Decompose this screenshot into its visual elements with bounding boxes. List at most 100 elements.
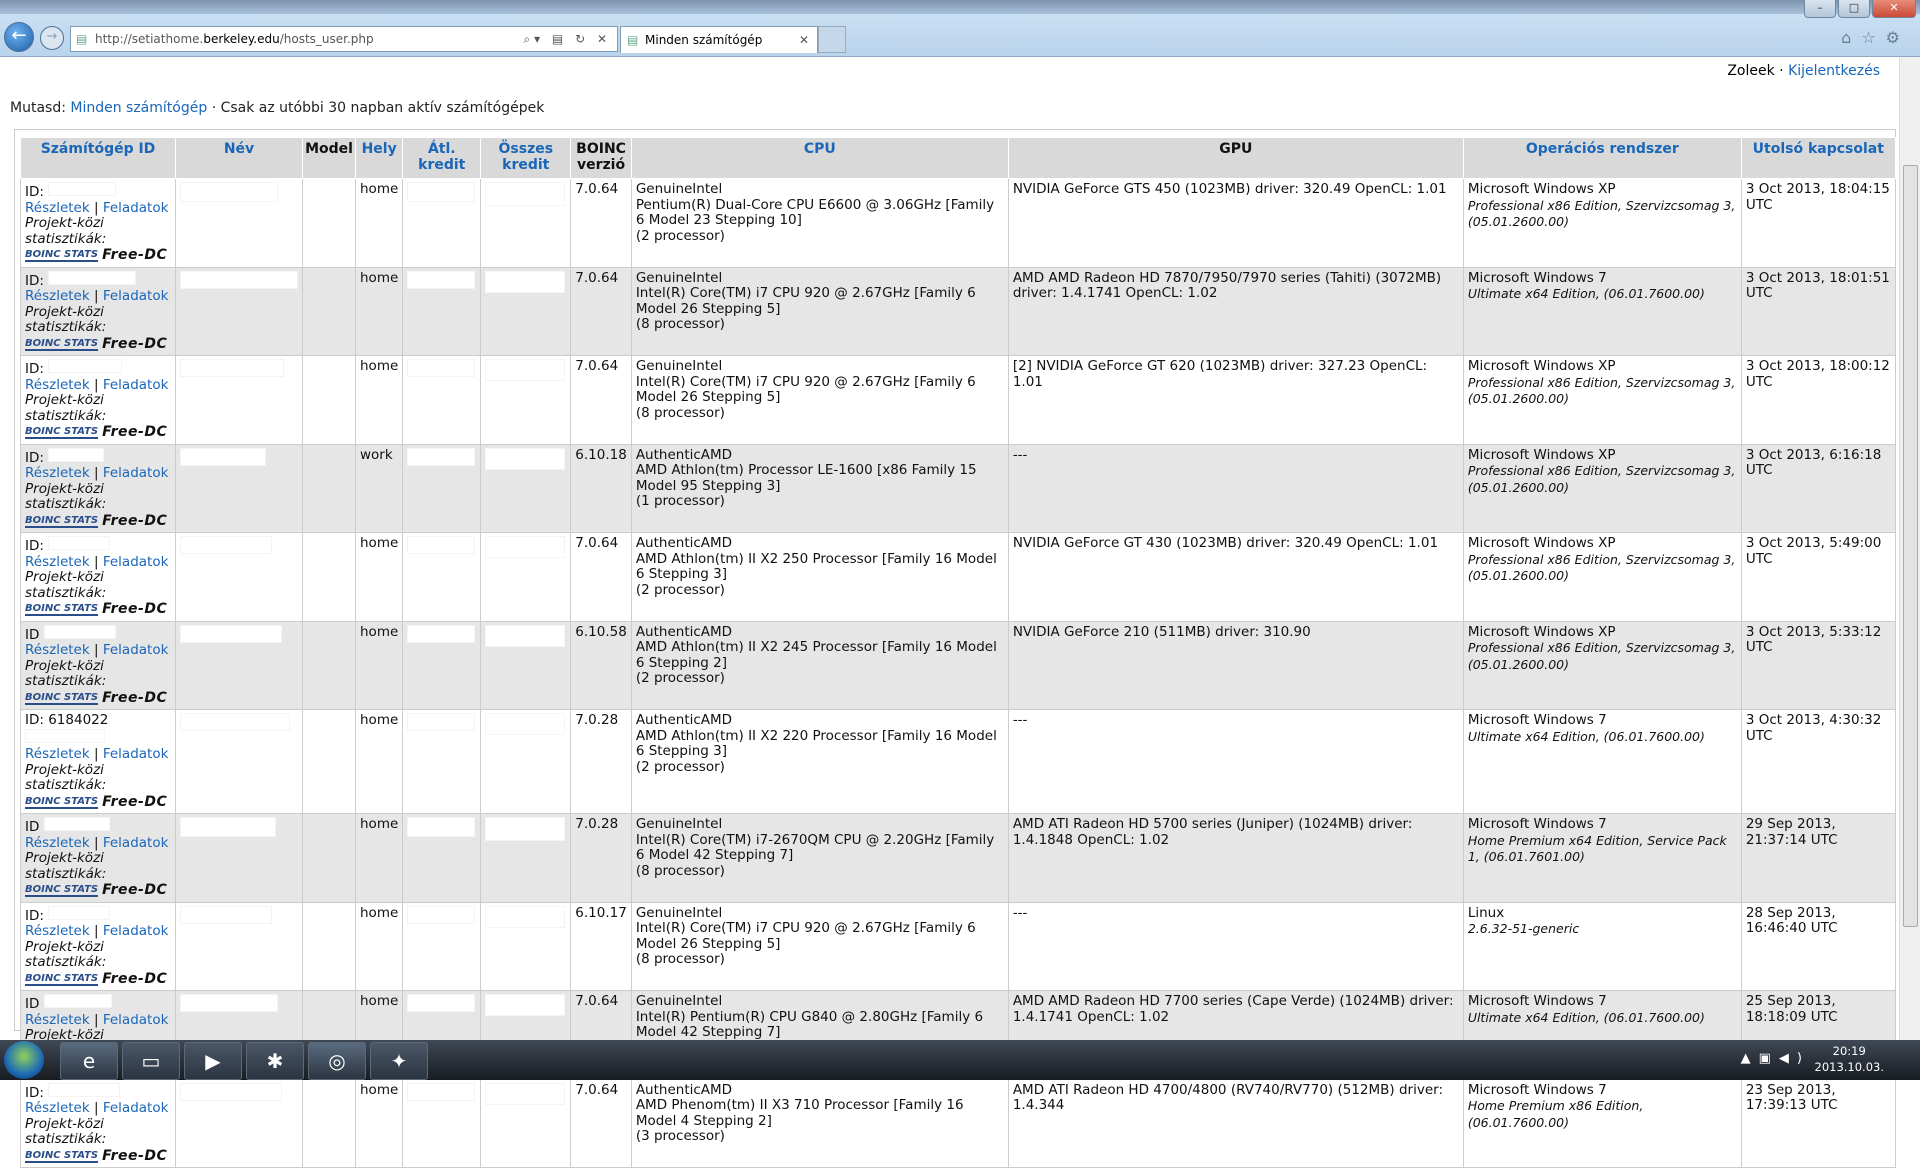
boincstats-logo[interactable]: BOINC STATS xyxy=(25,515,99,528)
column-header[interactable]: Utolsó kapcsolat xyxy=(1740,137,1896,179)
avg-credit-cell xyxy=(402,1078,482,1168)
details-link[interactable]: Részletek xyxy=(25,288,90,304)
tab-close-icon[interactable]: ✕ xyxy=(799,27,809,53)
host-id: ID: xyxy=(25,538,44,554)
new-tab-button[interactable] xyxy=(818,26,846,53)
favorites-star-icon[interactable]: ☆ xyxy=(1861,28,1885,47)
ie-taskbar-icon[interactable]: e xyxy=(60,1042,118,1080)
details-link[interactable]: Részletek xyxy=(25,465,90,481)
boincstats-logo[interactable]: BOINC STATS xyxy=(25,249,99,263)
forward-button[interactable]: → xyxy=(40,26,64,50)
close-window-icon[interactable]: ✕ xyxy=(1872,0,1916,18)
freedc-logo[interactable]: Free-DC xyxy=(102,882,167,899)
column-header[interactable]: Név xyxy=(175,137,303,179)
column-header[interactable]: Számítógép ID xyxy=(20,137,176,179)
tab-minden-szamitogep[interactable]: ▤ Minden számítógép ✕ xyxy=(620,26,818,53)
boincstats-logo[interactable]: BOINC STATS xyxy=(25,692,99,705)
tasks-link[interactable]: Feladatok xyxy=(103,923,169,939)
all-computers-link[interactable]: Minden számítógép xyxy=(70,100,207,116)
separator: | xyxy=(93,1011,99,1028)
boinc-version-cell: 6.10.58 xyxy=(570,620,632,710)
avg-credit-cell xyxy=(402,443,482,533)
tasks-link[interactable]: Feladatok xyxy=(103,746,169,762)
show-hidden-icons-icon[interactable]: ▲ xyxy=(1741,1051,1759,1066)
os-name: Microsoft Windows XP xyxy=(1467,623,1616,640)
volume-icon[interactable]: ◀) xyxy=(1779,1051,1810,1066)
column-header[interactable]: Hely xyxy=(354,137,404,179)
page-icon: ▤ xyxy=(76,32,88,46)
boincstats-logo[interactable]: BOINC STATS xyxy=(25,1150,99,1163)
home-icon[interactable]: ⌂ xyxy=(1841,28,1861,47)
os-cell: Microsoft Windows XP Professional x86 Edi… xyxy=(1462,620,1742,710)
os-detail: Professional x86 Edition, Szervizcsomag … xyxy=(1467,197,1736,230)
gear-icon[interactable]: ⚙ xyxy=(1886,28,1910,47)
redacted-id xyxy=(48,270,137,285)
tasks-link[interactable]: Feladatok xyxy=(103,1100,169,1116)
cpu-vendor: GenuineIntel xyxy=(635,816,723,832)
scrollbar-thumb[interactable] xyxy=(1903,165,1918,927)
column-header[interactable]: CPU xyxy=(630,137,1009,179)
column-header[interactable]: Operációs rendszer xyxy=(1462,137,1742,179)
tasks-link[interactable]: Feladatok xyxy=(103,288,169,304)
network-icon[interactable]: ▣ xyxy=(1759,1051,1779,1066)
total-credit-cell xyxy=(480,620,572,710)
tasks-link[interactable]: Feladatok xyxy=(103,377,169,393)
model-cell xyxy=(302,813,356,903)
stats-logos: BOINC STATSFree-DC xyxy=(25,690,171,707)
column-header[interactable]: Átl. kredit xyxy=(402,137,482,179)
folder-taskbar-icon[interactable]: ▭ xyxy=(122,1042,180,1080)
freedc-logo[interactable]: Free-DC xyxy=(102,601,167,618)
stats-logos: BOINC STATSFree-DC xyxy=(25,794,171,811)
cpu-vendor: AuthenticAMD xyxy=(635,623,733,640)
details-link[interactable]: Részletek xyxy=(25,642,90,658)
details-link[interactable]: Részletek xyxy=(25,377,90,393)
redacted-id xyxy=(48,536,111,550)
details-link[interactable]: Részletek xyxy=(25,1012,90,1028)
boinc-taskbar-icon[interactable]: ◎ xyxy=(308,1042,366,1080)
tasks-link[interactable]: Feladatok xyxy=(103,642,169,658)
tasks-link[interactable]: Feladatok xyxy=(103,835,169,851)
os-name: Microsoft Windows 7 xyxy=(1467,1081,1607,1098)
boinc-version-cell: 7.0.64 xyxy=(570,532,632,622)
address-controls[interactable]: ⌕▾ ▤ ↻ ✕ xyxy=(523,27,611,51)
clock[interactable]: 20:19 2013.10.03. xyxy=(1815,1043,1885,1075)
address-bar[interactable]: ▤ http://setiathome.berkeley.edu/hosts_u… xyxy=(70,26,618,52)
tasks-link[interactable]: Feladatok xyxy=(103,554,169,570)
boincstats-logo[interactable]: BOINC STATS xyxy=(25,884,99,898)
logout-link[interactable]: Kijelentkezés xyxy=(1788,63,1880,79)
freedc-logo[interactable]: Free-DC xyxy=(102,794,167,811)
media-player-taskbar-icon[interactable]: ▶ xyxy=(184,1042,242,1080)
total-credit-cell xyxy=(480,1078,572,1168)
column-header[interactable]: Összes kredit xyxy=(480,137,572,179)
boincstats-logo[interactable]: BOINC STATS xyxy=(25,973,99,986)
host-id-cell: ID: Részletek | Feladatok Projekt-közi st… xyxy=(20,355,176,445)
boincstats-logo[interactable]: BOINC STATS xyxy=(25,603,99,617)
tasks-link[interactable]: Feladatok xyxy=(103,465,169,481)
minimize-icon[interactable]: – xyxy=(1804,0,1836,18)
tasks-link[interactable]: Feladatok xyxy=(103,1012,169,1028)
freedc-logo[interactable]: Free-DC xyxy=(102,1148,167,1165)
app-taskbar-icon[interactable]: ✱ xyxy=(246,1042,304,1080)
vertical-scrollbar[interactable] xyxy=(1899,57,1920,1041)
maximize-icon[interactable]: □ xyxy=(1838,0,1870,18)
details-link[interactable]: Részletek xyxy=(25,200,90,216)
freedc-logo[interactable]: Free-DC xyxy=(102,690,167,707)
details-link[interactable]: Részletek xyxy=(25,554,90,570)
cpu-model: AMD Athlon(tm) II X2 220 Processor [Fami… xyxy=(635,727,997,759)
back-button[interactable]: ← xyxy=(4,22,34,52)
boincstats-logo[interactable]: BOINC STATS xyxy=(25,426,99,440)
boincstats-logo[interactable]: BOINC STATS xyxy=(25,796,99,809)
details-link[interactable]: Részletek xyxy=(25,835,90,851)
boincstats-logo[interactable]: BOINC STATS xyxy=(25,338,99,351)
freedc-logo[interactable]: Free-DC xyxy=(102,971,167,988)
details-link[interactable]: Részletek xyxy=(25,923,90,939)
tasks-link[interactable]: Feladatok xyxy=(103,200,169,216)
app2-taskbar-icon[interactable]: ✦ xyxy=(370,1042,428,1080)
freedc-logo[interactable]: Free-DC xyxy=(102,247,167,264)
freedc-logo[interactable]: Free-DC xyxy=(102,336,167,353)
freedc-logo[interactable]: Free-DC xyxy=(102,424,167,441)
details-link[interactable]: Részletek xyxy=(25,746,90,762)
start-button[interactable] xyxy=(4,1041,44,1079)
freedc-logo[interactable]: Free-DC xyxy=(102,513,167,530)
details-link[interactable]: Részletek xyxy=(25,1100,90,1116)
